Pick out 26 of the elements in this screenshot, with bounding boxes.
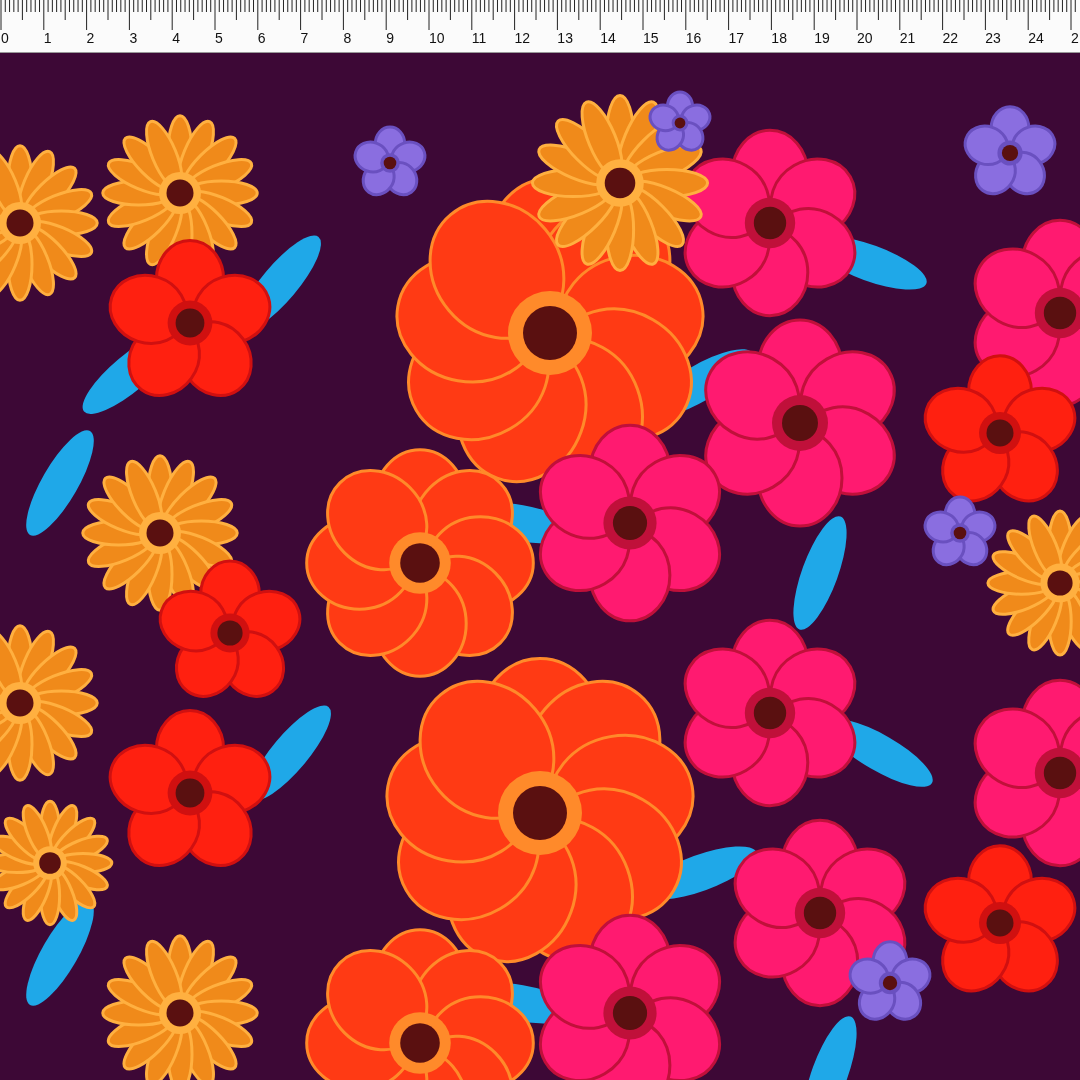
ruler-number: 12 xyxy=(513,30,532,46)
ruler-number: 15 xyxy=(641,30,660,46)
ruler-number: 4 xyxy=(171,30,181,46)
ruler-number: 9 xyxy=(385,30,395,46)
ruler-number: 17 xyxy=(727,30,746,46)
ruler-number: 7 xyxy=(299,30,310,46)
ruler-number: 22 xyxy=(941,30,960,46)
ruler-number: 3 xyxy=(128,30,139,46)
ruler-number: 23 xyxy=(984,30,1002,46)
ruler-number: 0 xyxy=(0,30,10,46)
ruler-number: 10 xyxy=(427,30,446,46)
ruler-number: 2 xyxy=(1069,30,1079,46)
ruler-number: 14 xyxy=(599,30,617,46)
ruler-number: 16 xyxy=(684,30,703,46)
ruler-number: 1 xyxy=(42,30,53,46)
ruler-number: 2 xyxy=(85,30,96,46)
ruler-number: 19 xyxy=(813,30,831,46)
ruler-number: 20 xyxy=(855,30,874,46)
ruler-number: 21 xyxy=(898,30,917,46)
ruler-number: 24 xyxy=(1027,30,1045,46)
ruler-number: 18 xyxy=(770,30,788,46)
ruler-number: 13 xyxy=(556,30,574,46)
ruler-number: 11 xyxy=(470,30,488,46)
ruler-number: 8 xyxy=(342,30,353,46)
ruler-number: 5 xyxy=(214,30,224,46)
ruler-number: 6 xyxy=(256,30,267,46)
